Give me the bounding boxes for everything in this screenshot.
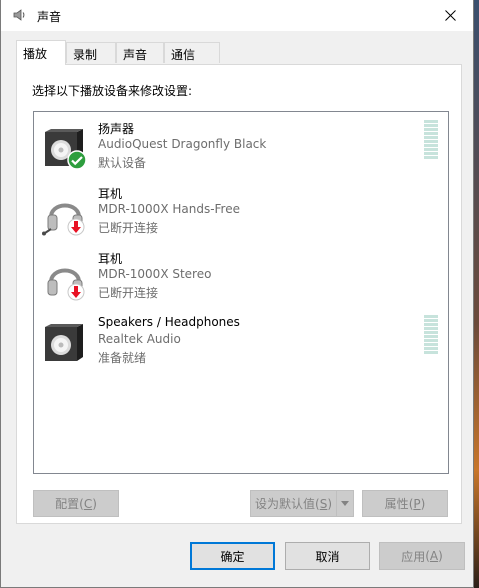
configure-shortcut: C bbox=[83, 496, 93, 511]
cancel-label: 取消 bbox=[315, 549, 340, 564]
device-status: 已断开连接 bbox=[98, 221, 159, 235]
configure-label: 配置 bbox=[55, 497, 80, 511]
sound-dialog: 声音 播放 录制 声音 通信 选择以下播放设备来修改设置: 扬声器 AudioQ… bbox=[0, 0, 474, 588]
tab-label: 声音 bbox=[123, 48, 148, 62]
configure-button[interactable]: 配置(C) bbox=[33, 490, 119, 517]
tab-label: 录制 bbox=[73, 48, 98, 62]
device-name: 耳机 bbox=[98, 187, 123, 201]
device-item[interactable]: 耳机 MDR-1000X Stereo 已断开连接 bbox=[34, 250, 448, 310]
tab-recording[interactable]: 录制 bbox=[66, 42, 116, 63]
set-default-dropdown[interactable] bbox=[336, 491, 353, 516]
chevron-down-icon bbox=[341, 501, 349, 506]
device-item[interactable]: Speakers / Headphones Realtek Audio 准备就绪 bbox=[34, 315, 448, 375]
playback-panel: 选择以下播放设备来修改设置: 扬声器 AudioQuest Dragonfly bbox=[16, 64, 462, 524]
device-name: 扬声器 bbox=[98, 122, 135, 136]
level-meter bbox=[424, 315, 438, 357]
properties-shortcut: P bbox=[413, 496, 421, 511]
instruction-text: 选择以下播放设备来修改设置: bbox=[32, 84, 193, 98]
close-button[interactable] bbox=[427, 0, 473, 31]
device-item[interactable]: 耳机 MDR-1000X Hands-Free 已断开连接 bbox=[34, 185, 448, 245]
properties-label: 属性 bbox=[384, 497, 409, 511]
set-default-button[interactable]: 设为默认值(S) bbox=[250, 490, 354, 517]
ok-button[interactable]: 确定 bbox=[190, 542, 275, 570]
ok-label: 确定 bbox=[220, 549, 245, 564]
disconnected-arrow-icon bbox=[67, 218, 85, 236]
playback-device-list[interactable]: 扬声器 AudioQuest Dragonfly Black 默认设备 耳机 M… bbox=[33, 111, 449, 474]
set-default-label: 设为默认值 bbox=[255, 497, 316, 511]
tab-label: 播放 bbox=[23, 47, 48, 61]
default-check-icon bbox=[67, 150, 87, 170]
device-description: Realtek Audio bbox=[98, 332, 181, 346]
device-name: 耳机 bbox=[98, 252, 123, 266]
device-description: MDR-1000X Stereo bbox=[98, 267, 212, 281]
device-item[interactable]: 扬声器 AudioQuest Dragonfly Black 默认设备 bbox=[34, 120, 448, 180]
tab-label: 通信 bbox=[171, 48, 196, 62]
tab-sounds[interactable]: 声音 bbox=[116, 42, 164, 63]
device-status: 已断开连接 bbox=[98, 286, 159, 300]
apply-shortcut: A bbox=[429, 549, 439, 563]
properties-button[interactable]: 属性(P) bbox=[362, 490, 448, 517]
device-description: MDR-1000X Hands-Free bbox=[98, 202, 240, 216]
device-status: 默认设备 bbox=[98, 156, 147, 170]
apply-label: 应用 bbox=[401, 549, 426, 564]
tab-communications[interactable]: 通信 bbox=[164, 42, 220, 63]
speaker-app-icon bbox=[13, 9, 25, 21]
disconnected-arrow-icon bbox=[67, 283, 85, 301]
cancel-button[interactable]: 取消 bbox=[285, 542, 370, 570]
speaker-icon bbox=[45, 324, 83, 361]
set-default-shortcut: S bbox=[319, 496, 328, 511]
title-bar: 声音 bbox=[1, 0, 473, 31]
device-description: AudioQuest Dragonfly Black bbox=[98, 137, 267, 151]
level-meter bbox=[424, 120, 438, 162]
tab-playback[interactable]: 播放 bbox=[16, 40, 66, 65]
apply-button[interactable]: 应用(A) bbox=[379, 542, 465, 570]
close-icon bbox=[444, 10, 456, 21]
device-status: 准备就绪 bbox=[98, 351, 147, 365]
window-title: 声音 bbox=[37, 10, 62, 24]
device-name: Speakers / Headphones bbox=[98, 315, 240, 329]
